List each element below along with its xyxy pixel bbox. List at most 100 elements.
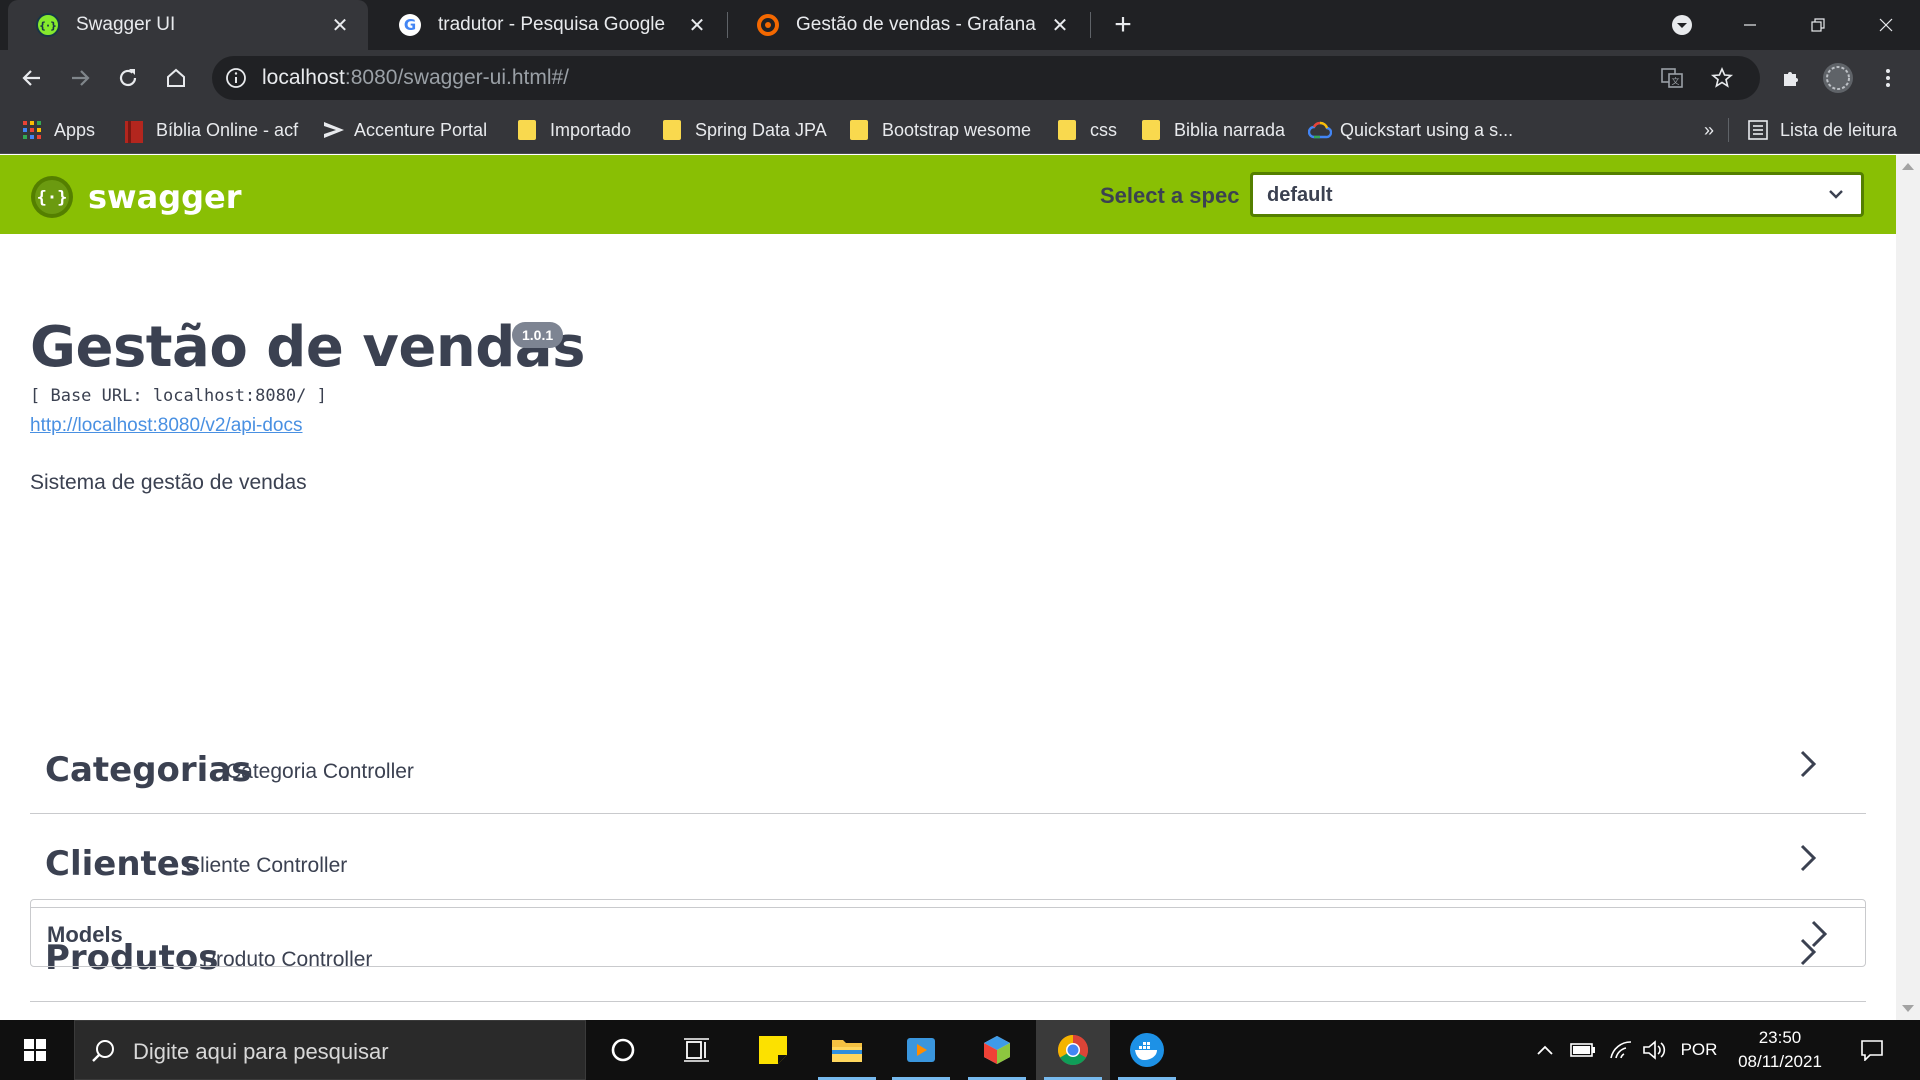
bookmark-apps[interactable]: Apps <box>22 106 95 154</box>
bookmark-accenture[interactable]: Accenture Portal <box>322 106 487 154</box>
volume-icon[interactable] <box>1640 1020 1670 1080</box>
scroll-up-icon[interactable] <box>1902 163 1914 170</box>
google-favicon-icon: G <box>398 13 422 37</box>
url-host: localhost <box>262 66 345 89</box>
swagger-topbar: {·} swagger Select a spec default <box>0 155 1896 234</box>
start-button[interactable] <box>0 1020 70 1080</box>
tab-close-icon[interactable]: ✕ <box>1048 13 1072 37</box>
tab-google-search[interactable]: G tradutor - Pesquisa Google ✕ <box>370 0 725 50</box>
tab-title: Swagger UI <box>76 14 176 35</box>
battery-icon[interactable] <box>1568 1020 1598 1080</box>
tab-close-icon[interactable]: ✕ <box>685 13 709 37</box>
scroll-down-icon[interactable] <box>1902 1005 1914 1012</box>
forward-icon[interactable] <box>64 62 96 94</box>
url-text: localhost:8080/swagger-ui.html#/ <box>262 66 569 90</box>
folder-icon <box>518 120 536 140</box>
chevron-right-icon[interactable] <box>1798 749 1818 779</box>
folder-icon <box>1142 120 1160 140</box>
spec-select-value: default <box>1267 184 1333 206</box>
tab-search-icon[interactable] <box>1648 0 1716 50</box>
tab-title: tradutor - Pesquisa Google <box>438 14 666 35</box>
bookmarks-overflow-button[interactable]: » <box>1704 106 1714 154</box>
svg-text:{·}: {·} <box>37 188 68 208</box>
sticky-notes-icon <box>759 1036 787 1064</box>
new-tab-button[interactable]: + <box>1108 10 1138 40</box>
restore-icon[interactable] <box>1784 0 1852 50</box>
bookmark-folder-bootstrap[interactable]: Bootstrap wesome <box>850 106 1031 154</box>
netbeans-app[interactable] <box>960 1020 1034 1080</box>
tab-title: Gestão de vendas - Grafana <box>796 14 1036 35</box>
cortana-button[interactable] <box>586 1020 660 1080</box>
page-content: {·} swagger Select a spec default Gestão… <box>0 155 1896 1020</box>
sticky-notes-app[interactable] <box>736 1020 810 1080</box>
input-language-indicator[interactable]: POR <box>1674 1020 1724 1080</box>
bookmark-folder-biblia-narrada[interactable]: Biblia narrada <box>1142 106 1285 154</box>
task-view-button[interactable] <box>660 1020 734 1080</box>
taskbar-search-box[interactable]: Digite aqui para pesquisar <box>74 1020 586 1080</box>
swagger-logo[interactable]: {·} swagger <box>30 175 242 219</box>
spec-select[interactable]: default <box>1250 172 1864 217</box>
show-hidden-icons-chevron-icon[interactable] <box>1532 1020 1558 1080</box>
tag-description: Categoria Controller <box>226 760 414 783</box>
cortana-circle-icon <box>611 1038 635 1062</box>
media-player-app[interactable] <box>884 1020 958 1080</box>
api-docs-link[interactable]: http://localhost:8080/v2/api-docs <box>30 415 303 437</box>
translate-icon[interactable]: 文 <box>1660 66 1684 95</box>
extensions-icon[interactable] <box>1776 62 1808 94</box>
svg-text:G: G <box>404 16 416 34</box>
address-bar[interactable]: localhost:8080/swagger-ui.html#/ 文 <box>212 56 1760 100</box>
chevron-right-icon[interactable] <box>1798 843 1818 873</box>
search-icon <box>91 1038 117 1064</box>
bookmark-label: Apps <box>54 119 96 140</box>
tag-name: Clientes <box>45 844 201 884</box>
bookmark-star-icon[interactable] <box>1710 66 1734 95</box>
chevron-right-icon[interactable] <box>1809 919 1829 949</box>
browser-tab-strip: {·} Swagger UI ✕ G tradutor - Pesquisa G… <box>0 0 1920 50</box>
page-scrollbar[interactable] <box>1896 155 1920 1020</box>
bookmark-folder-spring[interactable]: Spring Data JPA <box>663 106 827 154</box>
home-icon[interactable] <box>160 62 192 94</box>
tag-section-categorias[interactable]: Categorias Categoria Controller <box>30 720 1866 814</box>
tab-grafana[interactable]: Gestão de vendas - Grafana ✕ <box>728 0 1088 50</box>
folder-icon <box>1058 120 1076 140</box>
browser-toolbar: localhost:8080/swagger-ui.html#/ 文 <box>0 50 1920 106</box>
browser-menu-icon[interactable] <box>1872 62 1904 94</box>
tab-swagger-ui[interactable]: {·} Swagger UI ✕ <box>8 0 368 50</box>
notifications-icon[interactable] <box>1852 1020 1892 1080</box>
bookmark-label: » <box>1704 119 1715 140</box>
chrome-icon <box>1057 1035 1089 1066</box>
models-section[interactable]: Models <box>30 899 1866 967</box>
base-url: [ Base URL: localhost:8080/ ] <box>30 386 327 406</box>
folder-icon <box>663 120 681 140</box>
minimize-icon[interactable] <box>1716 0 1784 50</box>
profile-avatar-icon[interactable] <box>1822 62 1854 94</box>
back-icon[interactable] <box>16 62 48 94</box>
close-window-icon[interactable] <box>1852 0 1920 50</box>
reading-list-button[interactable]: Lista de leitura <box>1748 106 1897 154</box>
grafana-favicon-icon <box>756 13 780 37</box>
chrome-app[interactable] <box>1036 1020 1110 1080</box>
wifi-icon[interactable] <box>1606 1020 1636 1080</box>
bookmark-quickstart[interactable]: Quickstart using a s... <box>1307 106 1513 154</box>
tag-section-clientes[interactable]: Clientes Cliente Controller <box>30 814 1866 908</box>
bible-icon <box>124 120 144 143</box>
task-view-icon <box>684 1038 709 1062</box>
file-explorer-app[interactable] <box>810 1020 884 1080</box>
bookmark-folder-importado[interactable]: Importado <box>518 106 631 154</box>
reload-icon[interactable] <box>112 62 144 94</box>
system-clock[interactable]: 23:50 08/11/2021 <box>1720 1026 1840 1074</box>
windows-logo-icon <box>24 1039 46 1061</box>
docker-app[interactable] <box>1110 1020 1184 1080</box>
tab-close-icon[interactable]: ✕ <box>328 13 352 37</box>
apps-grid-icon <box>22 120 42 140</box>
models-label: Models <box>47 922 123 947</box>
site-info-icon[interactable] <box>224 66 248 90</box>
bookmark-separator <box>1728 118 1729 142</box>
bookmark-biblia-online[interactable]: Bíblia Online - acf <box>124 106 298 154</box>
folder-explorer-icon <box>832 1040 862 1062</box>
bookmark-folder-css[interactable]: css <box>1058 106 1117 154</box>
api-title: Gestão de vendas <box>30 315 585 380</box>
google-cloud-icon <box>1307 120 1333 140</box>
tag-description: Cliente Controller <box>185 854 348 877</box>
svg-text:{·}: {·} <box>39 21 57 32</box>
